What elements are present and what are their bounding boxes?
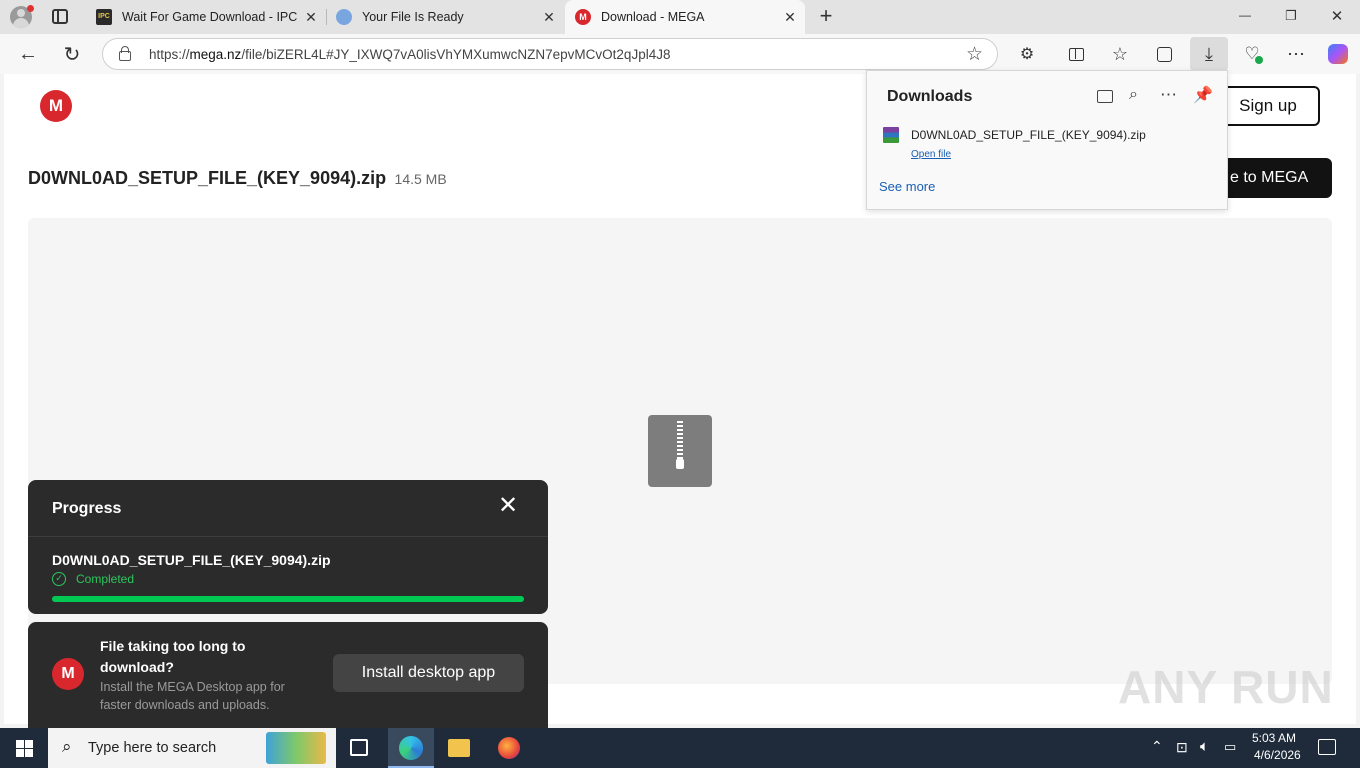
browser-toolbar: ← ↻ https://mega.nz/file/biZERL4L#JY_IXW… xyxy=(0,34,1360,74)
open-file-link[interactable]: Open file xyxy=(911,149,951,160)
tab-strip: IPC Wait For Game Download - IPC G ✕ You… xyxy=(0,0,1360,34)
tab-file-ready[interactable]: Your File Is Ready ✕ xyxy=(326,0,564,34)
file-header: D0WNL0AD_SETUP_FILE_(KEY_9094).zip 14.5 … xyxy=(28,168,447,189)
url-path: /file/biZERL4L#JY_IXWQ7vA0lisVhYMXumwcNZ… xyxy=(241,47,671,62)
progress-bar-fill xyxy=(52,596,524,602)
file-size: 14.5 MB xyxy=(394,171,447,187)
browser-essentials-icon[interactable]: ♡ xyxy=(1238,40,1266,68)
close-progress-icon[interactable]: ✕ xyxy=(496,494,520,518)
more-options-icon[interactable]: ⋯ xyxy=(1160,85,1177,105)
language-icon[interactable]: ▭ xyxy=(1224,739,1236,755)
url-scheme: https:// xyxy=(149,47,190,62)
close-window-button[interactable]: ✕ xyxy=(1320,7,1354,25)
volume-icon[interactable]: 🔈︎ xyxy=(1200,738,1209,755)
tab-title: Download - MEGA xyxy=(601,10,705,24)
promo-headline: File taking too long to download? xyxy=(100,638,246,675)
clock-time[interactable]: 5:03 AM xyxy=(1252,731,1296,745)
tab-title: Wait For Game Download - IPC G xyxy=(122,10,300,24)
search-downloads-icon[interactable]: ⌕ xyxy=(1129,86,1138,104)
progress-title: Progress xyxy=(52,500,122,517)
progress-status: Completed xyxy=(76,572,135,586)
completed-check-icon: ✓ xyxy=(52,572,66,586)
progress-track xyxy=(52,596,524,602)
globe-favicon-icon xyxy=(336,9,352,25)
pin-icon[interactable]: 📌 xyxy=(1193,85,1213,105)
open-folder-icon[interactable] xyxy=(1097,90,1113,103)
desktop-app-promo: M File taking too long to download? Inst… xyxy=(28,622,548,728)
start-button-icon[interactable] xyxy=(16,740,33,757)
download-file-name: D0WNL0AD_SETUP_FILE_(KEY_9094).zip xyxy=(911,128,1146,142)
downloads-panel: Downloads ⌕ ⋯ 📌 D0WNL0AD_SETUP_FILE_(KEY… xyxy=(866,70,1228,210)
promo-body: Install the MEGA Desktop app for faster … xyxy=(100,680,285,712)
taskbar-search-box[interactable]: ⌕ Type here to search xyxy=(48,728,336,768)
url-text: https://mega.nz/file/biZERL4L#JY_IXWQ7vA… xyxy=(149,47,670,62)
ipc-favicon-icon: IPC xyxy=(96,9,112,25)
file-explorer-icon[interactable] xyxy=(448,739,470,757)
tab-title: Your File Is Ready xyxy=(362,10,464,24)
extensions-icon[interactable]: ⚙ xyxy=(1013,40,1041,68)
favorites-icon[interactable]: ☆ xyxy=(1106,40,1134,68)
profile-notification-dot xyxy=(27,5,34,12)
file-preview-area xyxy=(28,218,1332,684)
file-name: D0WNL0AD_SETUP_FILE_(KEY_9094).zip xyxy=(28,168,387,188)
url-domain: mega.nz xyxy=(189,47,242,62)
anyrun-watermark: ANY RUN xyxy=(1118,661,1334,713)
search-highlight-icon xyxy=(266,732,326,764)
tab-mega-download[interactable]: M Download - MEGA ✕ xyxy=(565,0,805,34)
clock-date[interactable]: 4/6/2026 xyxy=(1254,748,1301,762)
back-arrow-icon[interactable]: ← xyxy=(14,40,42,68)
new-tab-button[interactable]: + xyxy=(814,4,838,28)
address-bar[interactable]: https://mega.nz/file/biZERL4L#JY_IXWQ7vA… xyxy=(102,38,998,70)
download-item[interactable]: D0WNL0AD_SETUP_FILE_(KEY_9094).zip Open … xyxy=(867,121,1227,165)
tab-ipc-games[interactable]: IPC Wait For Game Download - IPC G ✕ xyxy=(86,0,326,34)
edge-taskbar-icon[interactable] xyxy=(388,728,434,768)
taskbar-search-placeholder: Type here to search xyxy=(88,740,217,756)
mega-promo-logo: M xyxy=(52,658,84,690)
notifications-icon[interactable] xyxy=(1318,739,1336,755)
restore-button[interactable]: ❐ xyxy=(1274,8,1308,24)
zip-file-icon xyxy=(648,415,712,487)
progress-file-name: D0WNL0AD_SETUP_FILE_(KEY_9094).zip xyxy=(52,552,331,568)
minimize-button[interactable]: — xyxy=(1228,8,1262,22)
progress-card: Progress ✕ D0WNL0AD_SETUP_FILE_(KEY_9094… xyxy=(28,480,548,614)
firefox-icon[interactable] xyxy=(498,737,520,759)
save-to-mega-label: e to MEGA xyxy=(1230,169,1309,186)
tab-close-icon[interactable]: ✕ xyxy=(538,9,560,26)
network-icon[interactable]: ⊡ xyxy=(1176,739,1188,756)
task-view-icon[interactable] xyxy=(350,739,368,756)
copilot-icon[interactable] xyxy=(1324,40,1352,68)
refresh-icon[interactable]: ↻ xyxy=(58,40,86,68)
mega-favicon-icon: M xyxy=(575,9,591,25)
progress-divider xyxy=(28,536,548,537)
favorite-star-icon[interactable]: ☆ xyxy=(966,43,983,66)
winrar-archive-icon xyxy=(883,127,899,143)
split-screen-icon[interactable] xyxy=(1062,40,1090,68)
windows-taskbar: ⌕ Type here to search ⌃ ⊡ 🔈︎ ▭ 5:03 AM 4… xyxy=(0,728,1360,768)
lock-shackle xyxy=(121,46,129,53)
mega-logo[interactable]: M xyxy=(40,90,72,122)
show-hidden-icons[interactable]: ⌃ xyxy=(1151,738,1163,755)
see-more-link[interactable]: See more xyxy=(879,179,935,194)
search-icon: ⌕ xyxy=(62,737,72,756)
tab-close-icon[interactable]: ✕ xyxy=(300,9,322,26)
downloads-icon[interactable]: ⤓ xyxy=(1190,37,1228,71)
tab-actions-icon[interactable] xyxy=(52,9,68,24)
more-menu-icon[interactable]: ⋯ xyxy=(1282,40,1310,68)
downloads-title: Downloads xyxy=(887,88,973,105)
tab-close-icon[interactable]: ✕ xyxy=(779,9,801,26)
install-desktop-app-button[interactable]: Install desktop app xyxy=(333,654,524,692)
collections-icon[interactable] xyxy=(1150,40,1178,68)
signup-button[interactable]: Sign up xyxy=(1216,86,1320,126)
